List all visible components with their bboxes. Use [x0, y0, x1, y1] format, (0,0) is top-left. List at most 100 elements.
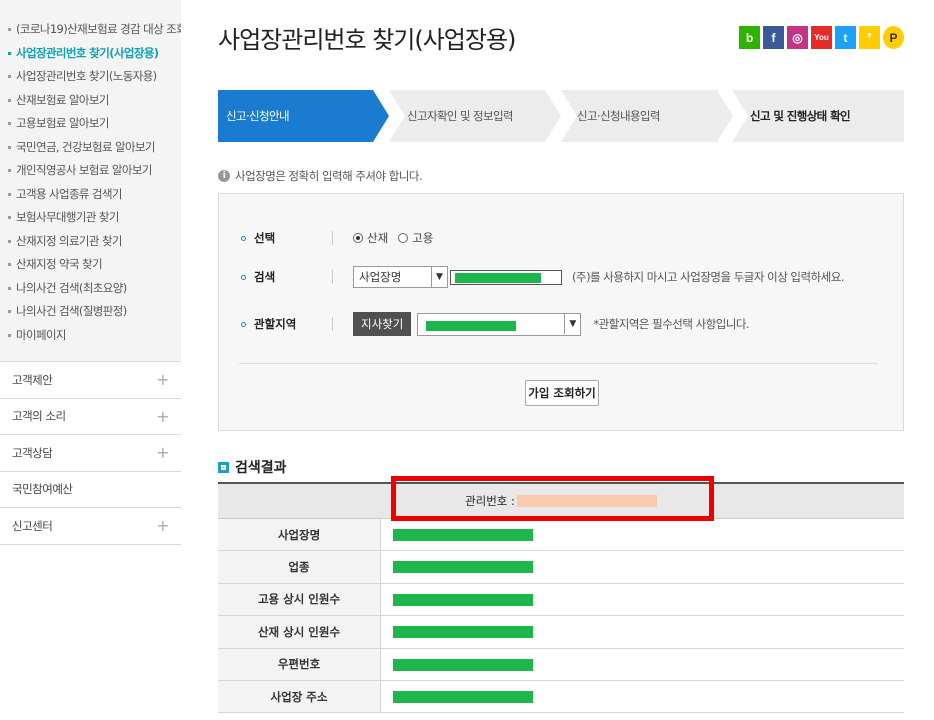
search-type-value: 사업장명	[359, 270, 402, 284]
sidebar-category-label: 고객제안	[12, 372, 53, 387]
join-search-button[interactable]: 가입 조회하기	[525, 380, 599, 406]
region-hint: *관할지역은 필수선택 사항입니다.	[593, 317, 750, 331]
instagram-icon[interactable]: ◎	[787, 26, 808, 49]
sidebar-sub-item[interactable]: 산재지정 의료기관 찾기	[0, 230, 181, 254]
sidebar-category-label: 신고센터	[12, 518, 53, 533]
select-row: 선택 산재 고용	[241, 230, 443, 246]
bullet-icon	[8, 216, 11, 219]
kakao-plus-icon[interactable]: P	[883, 26, 904, 49]
bullet-icon	[8, 28, 11, 31]
search-type-select[interactable]: 사업장명 ▼	[353, 266, 448, 288]
blog-icon[interactable]: b	[739, 26, 760, 49]
redaction-mask	[393, 561, 533, 574]
plus-icon[interactable]: +	[156, 516, 169, 535]
sidebar-sub-item[interactable]: 산재보험료 알아보기	[0, 89, 181, 113]
radio-sanjae-label: 산재	[367, 231, 389, 245]
step-1-label: 신고·신청안내	[226, 109, 290, 123]
sidebar-sub-item-label: 개인직영공사 보험료 알아보기	[16, 163, 152, 177]
sidebar-sub-item[interactable]: 사업장관리번호 찾기(사업장용)	[0, 42, 181, 66]
region-label: 관할지역	[254, 317, 297, 331]
bullet-icon	[8, 310, 11, 313]
table-row-value	[381, 681, 904, 712]
bullet-icon	[8, 51, 11, 55]
plus-icon[interactable]: +	[156, 443, 169, 462]
sidebar-sub-item[interactable]: 사업장관리번호 찾기(노동자용)	[0, 65, 181, 89]
square-icon	[218, 461, 229, 473]
separator	[332, 231, 333, 245]
sidebar-sub-item-label: 고용보험료 알아보기	[16, 116, 109, 130]
page-title: 사업장관리번호 찾기(사업장용)	[218, 26, 516, 54]
table-row: 사업장명	[218, 519, 904, 552]
sidebar-sub-item[interactable]: 국민연금, 건강보험료 알아보기	[0, 136, 181, 160]
sidebar-sub-item-label: 보험사무대행기관 찾기	[16, 210, 119, 224]
sidebar-sub-item-label: 고객용 사업종류 검색기	[16, 186, 123, 201]
table-row-header: 산재 상시 인원수	[218, 616, 381, 648]
sidebar-sub-item-label: 산재보험료 알아보기	[16, 92, 109, 107]
plus-icon[interactable]: +	[156, 370, 169, 389]
search-form: 선택 산재 고용 검색 사업장명 ▼ (주)를 사용하지 마시고 사업장명을 두…	[218, 193, 904, 431]
redaction-mask	[393, 529, 533, 541]
radio-sanjae[interactable]	[353, 233, 363, 243]
sidebar-sub-item[interactable]: 보험사무대행기관 찾기	[0, 206, 181, 230]
highlight-box	[391, 476, 714, 521]
sidebar-sub-item-label: 사업장관리번호 찾기(노동자용)	[16, 69, 157, 83]
youtube-icon[interactable]: You	[811, 26, 832, 49]
sidebar-sub-item[interactable]: 나의사건 검색(최초요양)	[0, 277, 181, 301]
plus-icon[interactable]: +	[156, 407, 169, 426]
step-2-label: 신고자확인 및 정보입력	[407, 109, 514, 123]
table-row: 사업장 주소	[218, 680, 904, 714]
sidebar-category[interactable]: 국민참여예산	[0, 472, 181, 508]
social-links: b f ◎ You t ❜ P	[739, 26, 904, 49]
bullet-icon	[8, 286, 11, 290]
sidebar-sub-item[interactable]: 고용보험료 알아보기	[0, 112, 181, 136]
twitter-icon[interactable]: t	[835, 26, 856, 49]
search-row: 검색 사업장명 ▼ (주)를 사용하지 마시고 사업장명을 두글자 이상 입력하…	[241, 266, 844, 288]
chevron-down-icon: ▼	[431, 267, 447, 287]
sidebar-category[interactable]: 고객제안 +	[0, 362, 181, 399]
table-row-header: 사업장명	[218, 519, 381, 551]
sidebar-sub-item-label: 마이페이지	[16, 327, 67, 342]
sidebar-sub-item[interactable]: 마이페이지	[0, 324, 181, 348]
table-row-value	[381, 519, 904, 550]
bullet-icon	[8, 75, 11, 78]
radio-goyong-label: 고용	[412, 231, 434, 245]
sidebar-category-label: 고객상담	[12, 445, 53, 460]
redaction-mask	[393, 626, 533, 639]
sidebar-sub-item[interactable]: 개인직영공사 보험료 알아보기	[0, 159, 181, 183]
sidebar-sub-item[interactable]: 산재지정 약국 찾기	[0, 253, 181, 277]
branch-search-button[interactable]: 지사찾기	[353, 312, 412, 336]
sidebar-category[interactable]: 고객의 소리 +	[0, 399, 181, 435]
table-row-value	[381, 616, 904, 647]
results-title-text: 검색결과	[235, 460, 287, 476]
redaction-mask	[393, 658, 533, 671]
sidebar-sub-item[interactable]: 나의사건 검색(질병판정)	[0, 300, 181, 324]
region-select[interactable]: ▼	[417, 312, 582, 336]
radio-goyong[interactable]	[398, 233, 409, 243]
bullet-icon	[241, 274, 246, 280]
table-row-header: 우편번호	[218, 648, 381, 680]
sidebar-sub-item[interactable]: (코로나19)산재보험료 경감 대상 조회	[0, 18, 181, 42]
sidebar: (코로나19)산재보험료 경감 대상 조회사업장관리번호 찾기(사업장용) 사업장…	[0, 0, 181, 720]
search-input[interactable]	[450, 269, 562, 285]
sidebar-category[interactable]: 고객상담 +	[0, 435, 181, 472]
form-divider	[239, 363, 878, 364]
sidebar-sub-item-label: 산재지정 의료기관 찾기	[16, 233, 123, 248]
bullet-icon	[8, 263, 11, 266]
sidebar-sub-item[interactable]: 고객용 사업종류 검색기	[0, 183, 181, 207]
table-row-value	[381, 584, 904, 615]
bullet-icon	[241, 321, 246, 327]
facebook-icon[interactable]: f	[763, 26, 784, 49]
sidebar-category[interactable]: 신고센터 +	[0, 508, 181, 545]
bullet-icon	[8, 333, 11, 337]
bullet-icon	[8, 122, 11, 125]
table-row-header: 업종	[218, 551, 381, 583]
step-4-label: 신고 및 진행상태 확인	[750, 109, 851, 123]
sidebar-sub-item-label: (코로나19)산재보험료 경감 대상 조회	[16, 22, 181, 36]
sidebar-sub-item-label: 국민연금, 건강보험료 알아보기	[16, 139, 156, 154]
main-content: 사업장관리번호 찾기(사업장용) b f ◎ You t ❜ P 신고·신청안내 신고자확인…	[218, 0, 904, 720]
bullet-icon	[8, 145, 11, 149]
sidebar-sub-item-label: 나의사건 검색(질병판정)	[16, 304, 127, 318]
kakaostory-icon[interactable]: ❜	[859, 26, 880, 49]
notice: i 사업장명은 정확히 입력해 주셔야 합니다.	[218, 168, 423, 184]
step-2: 신고자확인 및 정보입력	[389, 90, 561, 142]
